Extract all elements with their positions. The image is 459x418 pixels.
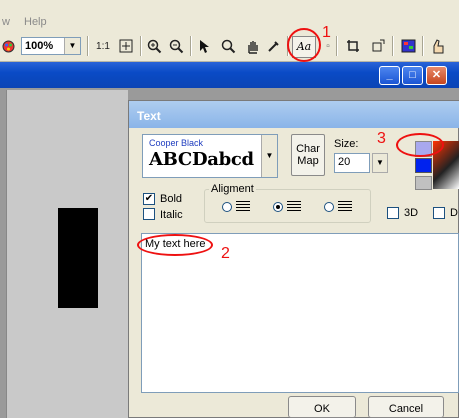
zoom-select[interactable]: 100% ▼ xyxy=(21,37,81,55)
annotation-number-1: 1 xyxy=(322,24,331,41)
eyedropper-icon[interactable] xyxy=(264,35,284,57)
color-icon[interactable] xyxy=(398,35,418,57)
toolbar-separator xyxy=(336,36,338,56)
fit-window-button[interactable] xyxy=(116,35,136,57)
font-select[interactable]: Cooper Black ABCDabcd ▼ xyxy=(142,134,278,178)
maximize-button[interactable]: □ xyxy=(402,66,423,85)
font-sample: ABCDabcd xyxy=(149,149,254,170)
font-name: Cooper Black xyxy=(149,138,204,148)
toolbar-separator xyxy=(392,36,394,56)
align-left-icon xyxy=(236,201,250,212)
close-button[interactable]: ✕ xyxy=(426,66,447,85)
align-left-radio[interactable] xyxy=(222,202,232,212)
toolbar-separator xyxy=(140,36,142,56)
text-input-area[interactable]: My text here xyxy=(141,233,459,393)
char-map-button[interactable]: Char Map xyxy=(291,134,325,176)
cancel-button[interactable]: Cancel xyxy=(368,396,444,418)
resize-icon[interactable] xyxy=(368,35,388,57)
checkbox-d[interactable] xyxy=(433,207,445,219)
bold-label: Bold xyxy=(160,193,183,205)
annotation-number-3: 3 xyxy=(377,130,386,147)
label-d: D xyxy=(450,207,458,219)
chevron-down-icon[interactable]: ▼ xyxy=(64,38,80,54)
canvas-black-rectangle xyxy=(58,208,98,308)
italic-checkbox[interactable] xyxy=(143,208,155,220)
bold-checkbox[interactable]: ✔ xyxy=(143,193,155,205)
minimize-button[interactable]: _ xyxy=(379,66,400,85)
annotation-circle-1 xyxy=(287,28,321,62)
thumb-icon[interactable] xyxy=(428,35,448,57)
pointer-icon[interactable] xyxy=(194,35,214,57)
toolbar: 100% ▼ 1:1 Aa ▫ xyxy=(0,30,459,62)
chevron-down-icon[interactable]: ▼ xyxy=(261,135,277,177)
annotation-circle-2 xyxy=(137,234,213,256)
alignment-label: Aligment xyxy=(209,183,256,195)
crop-icon[interactable] xyxy=(343,35,363,57)
align-center-radio[interactable] xyxy=(273,202,283,212)
palette-icon[interactable] xyxy=(0,35,16,57)
label-3d: 3D xyxy=(404,207,419,219)
hand-icon[interactable] xyxy=(242,35,262,57)
annotation-number-2: 2 xyxy=(221,245,230,262)
align-center-icon xyxy=(287,201,301,212)
align-right-radio[interactable] xyxy=(324,202,334,212)
size-label: Size: xyxy=(334,138,359,150)
actual-size-button[interactable]: 1:1 xyxy=(93,35,113,57)
toolbar-separator xyxy=(87,36,89,56)
menu-bar: w Help xyxy=(0,0,459,30)
zoom-out-icon[interactable] xyxy=(166,35,186,57)
checkbox-3d[interactable] xyxy=(387,207,399,219)
toolbar-separator xyxy=(190,36,192,56)
magnifier-icon[interactable] xyxy=(218,35,238,57)
align-right-icon xyxy=(338,201,352,212)
chevron-down-icon[interactable]: ▼ xyxy=(372,153,388,173)
background-color-swatch[interactable] xyxy=(415,176,432,190)
italic-label: Italic xyxy=(160,209,183,221)
annotation-circle-3 xyxy=(396,133,444,157)
size-select[interactable]: 20 xyxy=(334,153,370,173)
ok-button[interactable]: OK xyxy=(288,396,356,418)
zoom-in-icon[interactable] xyxy=(144,35,164,57)
toolbar-separator xyxy=(422,36,424,56)
menu-item-help[interactable]: Help xyxy=(24,16,47,28)
char-map-label: Map xyxy=(297,155,319,167)
char-map-label: Char xyxy=(296,143,320,155)
dialog-title[interactable]: Text xyxy=(129,101,459,128)
secondary-color-swatch[interactable] xyxy=(415,158,432,173)
menu-item-window[interactable]: w xyxy=(2,16,10,28)
